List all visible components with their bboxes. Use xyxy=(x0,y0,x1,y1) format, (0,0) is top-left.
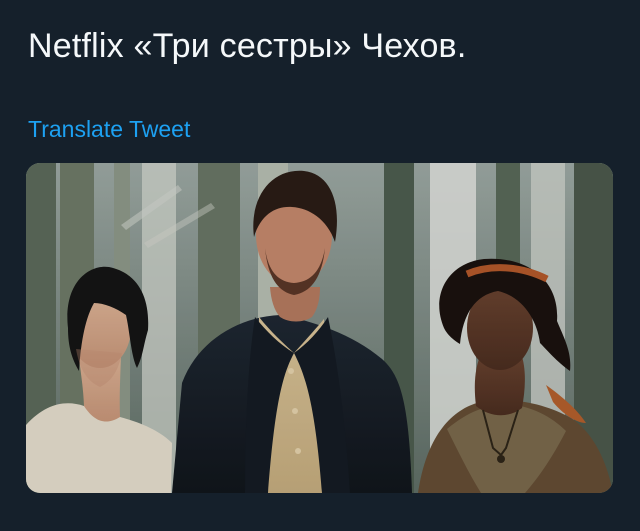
tweet-text: Netflix «Три сестры» Чехов. xyxy=(28,27,467,65)
tweet-card: Netflix «Три сестры» Чехов. Translate Tw… xyxy=(0,0,640,531)
photo-icon xyxy=(26,163,613,493)
translate-tweet-link[interactable]: Translate Tweet xyxy=(28,114,190,144)
tweet-media-photo[interactable] xyxy=(26,163,613,493)
